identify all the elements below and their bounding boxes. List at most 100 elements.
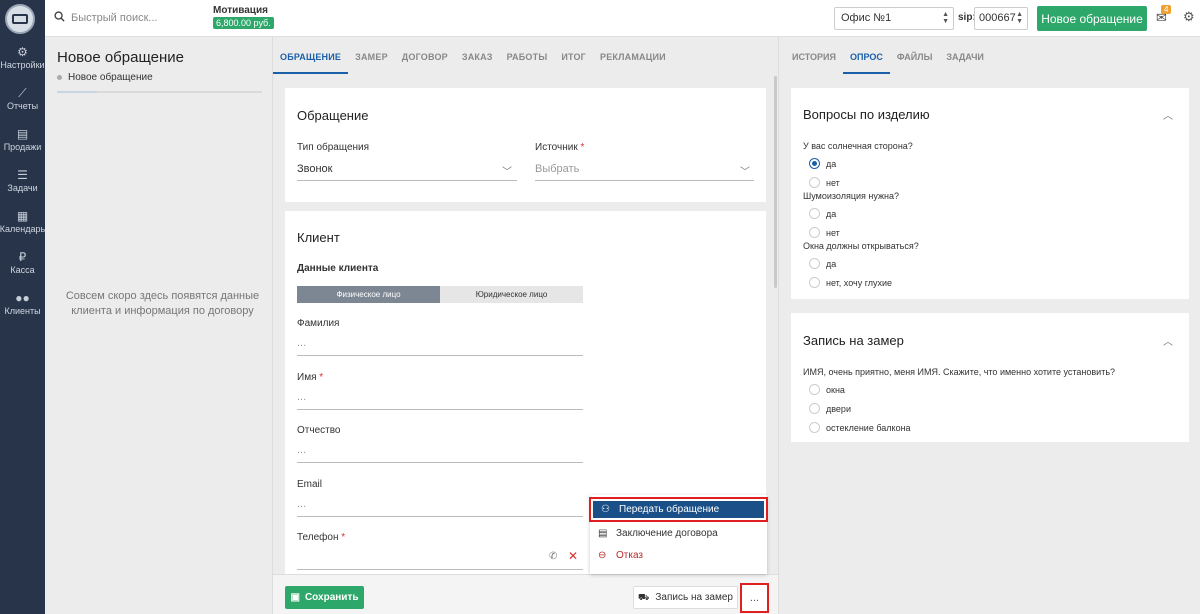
step-item: Новое обращение [57,72,153,83]
radio-option[interactable] [809,403,820,414]
gear-icon: ⚙ [17,45,28,59]
book-measurement-button[interactable]: ⛟ Запись на замер [633,586,738,609]
patronymic-input[interactable]: ... [297,444,306,456]
tab-order[interactable]: ЗАКАЗ [455,37,500,74]
surname-input[interactable]: ... [297,337,306,349]
menu-item-label: Заключение договора [616,528,718,539]
car-icon: ⛟ [638,591,650,602]
topbar: Мотивация 6,800.00 руб. Офис №1 ▲▼ sip: … [45,0,1200,37]
appeal-type-select[interactable]: Звонок [297,163,333,175]
radio-option[interactable] [809,258,820,269]
menu-item-transfer-appeal[interactable]: ⚇ Передать обращение [589,497,768,522]
sidebar-item-label: Настройки [0,60,45,70]
required-mark: * [580,142,585,153]
spinner-arrows-icon: ▲ ▼ [942,11,949,25]
source-label-text: Источник [535,142,578,153]
email-input[interactable]: ... [297,498,306,510]
clear-icon[interactable]: ✕ [568,549,578,563]
motivation-value: 6,800.00 руб. [213,17,274,29]
radio-option[interactable] [809,277,820,288]
option-label: остекление балкона [826,423,911,433]
question-label: У вас солнечная сторона? [803,141,913,151]
sidebar-item-sales[interactable]: ▤ Продажи [0,127,45,153]
question-label: ИМЯ, очень приятно, меня ИМЯ. Скажите, ч… [803,367,1116,377]
center-tabs: ОБРАЩЕНИЕ ЗАМЕР ДОГОВОР ЗАКАЗ РАБОТЫ ИТО… [273,37,673,74]
email-label: Email [297,479,323,490]
sidebar-item-clients[interactable]: ●● Клиенты [0,291,45,317]
motivation: Мотивация 6,800.00 руб. [213,5,274,29]
tab-claims[interactable]: РЕКЛАМАЦИИ [593,37,673,74]
right-tabs: ИСТОРИЯ ОПРОС ФАЙЛЫ ЗАДАЧИ [785,37,991,74]
search-input[interactable] [71,10,221,26]
save-button[interactable]: ▣ Сохранить [285,586,364,609]
tab-files[interactable]: ФАЙЛЫ [890,37,940,74]
radio-option[interactable] [809,158,820,169]
surname-label: Фамилия [297,318,340,329]
name-underline [297,409,583,410]
actions-dropdown: ⚇ Передать обращение ▤ Заключение договора… [589,495,768,574]
segment-physical-person[interactable]: Физическое лицо [297,286,440,303]
center-scrollbar[interactable] [774,76,777,288]
tab-zamer[interactable]: ЗАМЕР [348,37,395,74]
sidebar-item-cash[interactable]: ₽ Касса [0,250,45,276]
radio-option[interactable] [809,384,820,395]
menu-item-conclude-contract[interactable]: ▤ Заключение договора [590,523,767,544]
sidebar-item-calendar[interactable]: ▦ Календарь [0,209,45,235]
ruble-icon: ₽ [18,250,27,264]
measurement-card: Запись на замер ︿ ИМЯ, очень приятно, ме… [791,313,1189,442]
segment-legal-entity[interactable]: Юридическое лицо [440,286,583,303]
tab-history[interactable]: ИСТОРИЯ [785,37,843,74]
option-label: окна [826,385,845,395]
sidebar: ⚙ Настройки ⟋ Отчеты ▤ Продажи ☰ Задачи … [0,0,45,614]
chevron-up-icon[interactable]: ︿ [1163,107,1173,122]
sidebar-item-label: Касса [10,265,35,275]
tab-total[interactable]: ИТОГ [554,37,593,74]
appeal-type-underline [297,180,517,181]
sidebar-item-reports[interactable]: ⟋ Отчеты [0,86,45,112]
appeal-type-label: Тип обращения [297,142,370,153]
sidebar-item-tasks[interactable]: ☰ Задачи [0,168,45,194]
radio-option[interactable] [809,177,820,188]
name-label-text: Имя [297,372,317,383]
tab-works[interactable]: РАБОТЫ [500,37,555,74]
client-data-subtitle: Данные клиента [297,263,379,274]
appeal-card: Обращение Тип обращения Звонок ﹀ Источни… [285,88,766,202]
tab-tasks[interactable]: ЗАДАЧИ [939,37,991,74]
progress-fill [57,91,97,93]
measurement-title: Запись на замер [803,333,904,348]
phone-call-icon[interactable]: ✆ [549,551,557,562]
tab-appeal[interactable]: ОБРАЩЕНИЕ [273,37,349,74]
name-input[interactable]: ... [297,391,306,403]
document-icon: ▤ [598,528,608,539]
source-select[interactable]: Выбрать [535,163,579,175]
sip-select[interactable]: 000667 ▲ ▼ [974,7,1028,30]
patronymic-underline [297,462,583,463]
sip-value: 000667 [979,12,1016,24]
sidebar-item-label: Задачи [7,183,38,193]
menu-item-refuse[interactable]: ⊖ Отказ [590,545,767,566]
option-label: нет [826,178,840,188]
more-actions-button[interactable]: ... [740,583,769,613]
option-label: нет [826,228,840,238]
users-icon: ●● [15,291,30,305]
step-label: Новое обращение [68,72,153,83]
new-appeal-button[interactable]: Новое обращение [1037,6,1147,31]
chevron-up-icon[interactable]: ︿ [1163,333,1173,348]
search-icon [54,11,65,22]
chart-icon: ⟋ [18,86,27,100]
tab-contract[interactable]: ДОГОВОР [395,37,455,74]
settings-gear-icon[interactable]: ⚙ [1183,9,1195,25]
menu-item-label: Отказ [616,550,643,561]
tab-survey[interactable]: ОПРОС [842,37,890,74]
product-questions-title: Вопросы по изделию [803,107,930,122]
logo[interactable] [5,4,35,34]
radio-option[interactable] [809,208,820,219]
phone-label: Телефон * [297,532,345,543]
sidebar-item-settings[interactable]: ⚙ Настройки [0,45,45,71]
empty-state-text: Совсем скоро здесь появятся данные клиен… [65,290,260,317]
progress-line [57,91,262,93]
radio-option[interactable] [809,422,820,433]
office-select[interactable]: Офис №1 ▲ ▼ [834,7,954,30]
radio-option[interactable] [809,227,820,238]
step-dot-icon [57,74,62,80]
